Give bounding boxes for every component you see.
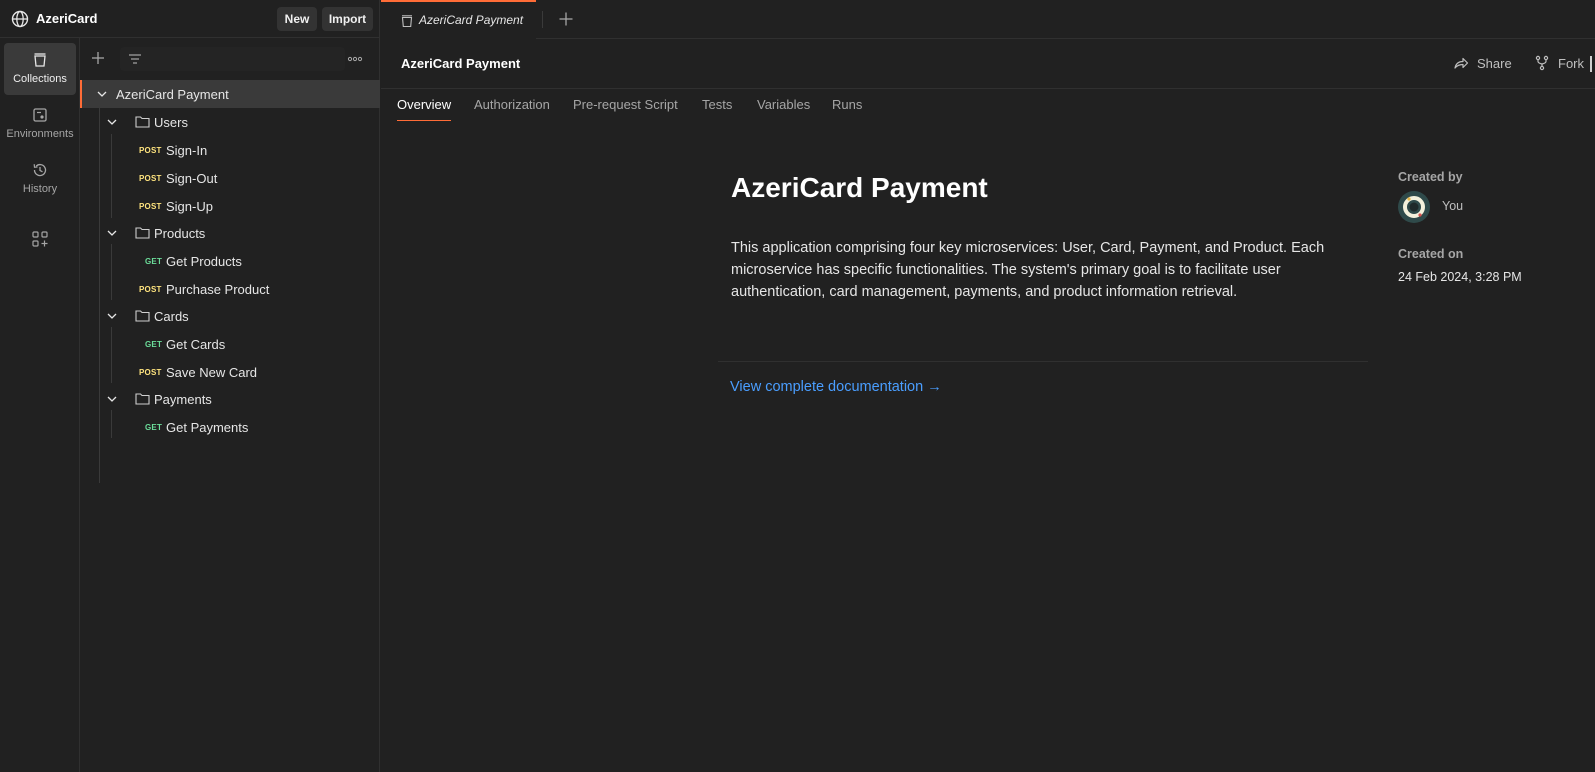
- method-badge: GET: [145, 422, 163, 432]
- tree-item-label: Sign-In: [166, 142, 208, 158]
- method-badge: POST: [139, 367, 162, 377]
- globe-icon: [11, 10, 29, 28]
- rail-item-environments[interactable]: Environments: [4, 98, 76, 150]
- view-documentation-link[interactable]: View complete documentation →: [730, 379, 942, 395]
- rail-label-collections: Collections: [13, 73, 67, 85]
- tree-collection-row[interactable]: AzeriCard Payment: [80, 80, 380, 108]
- tab-variables[interactable]: Variables: [757, 97, 810, 121]
- share-icon: [1454, 57, 1469, 69]
- tree-request-row[interactable]: GET Get Cards: [80, 330, 380, 358]
- avatar: [1398, 191, 1430, 223]
- tab-pre-request-script[interactable]: Pre-request Script: [573, 97, 678, 121]
- more-options-icon[interactable]: [347, 51, 363, 67]
- tree-item-label: Cards: [154, 308, 189, 324]
- folder-icon: [135, 310, 150, 322]
- tab-runs[interactable]: Runs: [832, 97, 862, 121]
- sidebar-rail: Collections Environments History: [0, 38, 80, 772]
- method-badge: POST: [139, 201, 162, 211]
- collection-subtabs: Overview Authorization Pre-request Scrip…: [381, 89, 1595, 121]
- tree-folder-row[interactable]: Cards: [80, 302, 380, 330]
- rail-label-history: History: [22, 183, 58, 195]
- tree-folder-row[interactable]: Payments: [80, 385, 380, 413]
- panel-edge-marker: [1590, 56, 1592, 72]
- chevron-down-icon[interactable]: [106, 310, 118, 322]
- tree-item-label: Users: [154, 114, 188, 130]
- new-tab-icon[interactable]: [558, 11, 574, 27]
- collection-header: AzeriCard Payment Share Fork: [381, 39, 1595, 89]
- tree-folder-row[interactable]: Products: [80, 219, 380, 247]
- fork-label: Fork: [1558, 55, 1584, 71]
- history-icon: [33, 163, 47, 177]
- method-badge: GET: [145, 339, 163, 349]
- chevron-down-icon[interactable]: [106, 227, 118, 239]
- search-collections-input[interactable]: [120, 47, 345, 71]
- folder-icon: [135, 227, 150, 239]
- add-apps-icon[interactable]: [31, 230, 49, 248]
- new-button[interactable]: New: [277, 7, 317, 31]
- tab-label: AzeriCard Payment: [419, 13, 524, 27]
- workspace-name[interactable]: AzeriCard: [36, 11, 97, 26]
- workspace-header: AzeriCard New Import: [0, 0, 380, 38]
- overview-divider: [718, 361, 1368, 362]
- tree-item-label: Sign-Up: [166, 198, 213, 214]
- tab-bar: AzeriCard Payment: [381, 0, 1595, 39]
- share-label: Share: [1477, 55, 1512, 71]
- tree-item-label: AzeriCard Payment: [116, 86, 229, 102]
- share-button[interactable]: Share: [1453, 55, 1512, 71]
- tree-item-label: Purchase Product: [166, 281, 270, 297]
- tab-overview[interactable]: Overview: [397, 97, 452, 121]
- collections-icon: [34, 53, 46, 67]
- collections-sidebar: AzeriCard Payment Users POST Sign-In POS…: [80, 38, 380, 772]
- fork-button[interactable]: Fork: [1534, 55, 1584, 71]
- tree-request-row[interactable]: GET Get Products: [80, 247, 380, 275]
- import-button[interactable]: Import: [322, 7, 373, 31]
- environments-icon: [33, 108, 47, 122]
- folder-icon: [135, 116, 150, 128]
- tab-divider: [542, 11, 543, 28]
- method-badge: POST: [139, 173, 162, 183]
- chevron-down-icon[interactable]: [106, 393, 118, 405]
- tree-request-row[interactable]: POST Purchase Product: [80, 275, 380, 303]
- tree-item-label: Get Products: [166, 253, 242, 269]
- fork-icon: [1535, 55, 1549, 71]
- tab-azericard-payment[interactable]: AzeriCard Payment: [381, 0, 536, 39]
- tree-request-row[interactable]: POST Sign-In: [80, 136, 380, 164]
- method-badge: POST: [139, 284, 162, 294]
- created-by-label: Created by: [1398, 170, 1463, 184]
- tree-request-row[interactable]: POST Sign-Up: [80, 192, 380, 220]
- tab-tests[interactable]: Tests: [702, 97, 732, 121]
- overview-title[interactable]: AzeriCard Payment: [731, 172, 988, 204]
- chevron-down-icon[interactable]: [96, 88, 108, 100]
- created-on-label: Created on: [1398, 247, 1464, 261]
- add-collection-icon[interactable]: [90, 50, 106, 66]
- tree-item-label: Get Payments: [166, 419, 249, 435]
- method-badge: POST: [139, 145, 162, 155]
- rail-label-environments: Environments: [6, 128, 74, 140]
- tree-item-label: Sign-Out: [166, 170, 218, 186]
- user-avatar-icon: [1398, 191, 1430, 223]
- rail-item-history[interactable]: History: [4, 153, 76, 205]
- created-by-value: You: [1442, 199, 1464, 213]
- tree-folder-row[interactable]: Users: [80, 108, 380, 136]
- tree-item-label: Save New Card: [166, 364, 258, 380]
- tree-request-row[interactable]: POST Save New Card: [80, 358, 380, 386]
- tree-item-label: Products: [154, 225, 206, 241]
- chevron-down-icon[interactable]: [106, 116, 118, 128]
- rail-item-collections[interactable]: Collections: [4, 43, 76, 95]
- tree-item-label: Payments: [154, 391, 212, 407]
- tree-request-row[interactable]: POST Sign-Out: [80, 164, 380, 192]
- tree-item-label: Get Cards: [166, 336, 226, 352]
- sidebar-toolbar: [80, 38, 380, 80]
- created-on-value: 24 Feb 2024, 3:28 PM: [1398, 270, 1522, 284]
- tree-request-row[interactable]: GET Get Payments: [80, 413, 380, 441]
- filter-icon[interactable]: [128, 53, 142, 65]
- method-badge: GET: [145, 256, 163, 266]
- collection-title: AzeriCard Payment: [401, 56, 521, 71]
- overview-description[interactable]: This application comprising four key mic…: [731, 237, 1351, 303]
- tab-authorization[interactable]: Authorization: [474, 97, 550, 121]
- folder-icon: [135, 393, 150, 405]
- collections-icon: [401, 15, 413, 28]
